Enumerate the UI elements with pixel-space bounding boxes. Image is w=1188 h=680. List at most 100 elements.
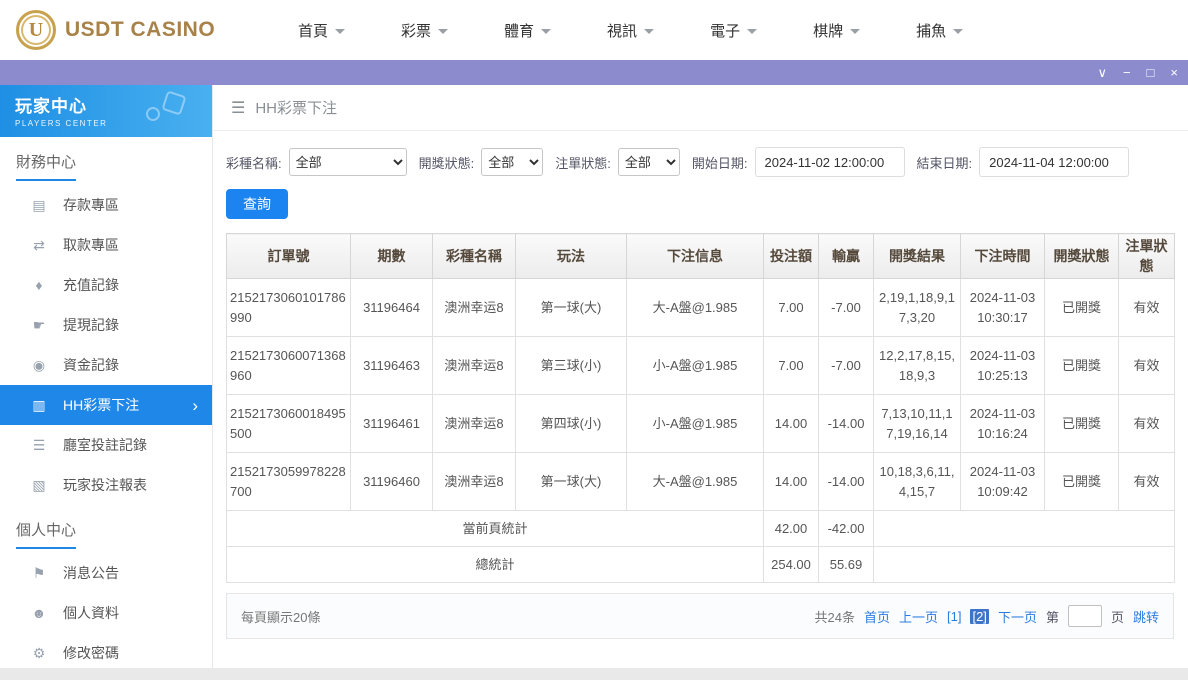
page-links: [1] [2] <box>947 609 989 624</box>
sidebar-item[interactable]: ▤存款專區 <box>0 185 212 225</box>
first-page-link[interactable]: 首页 <box>864 607 890 626</box>
window-close-icon[interactable]: × <box>1170 66 1178 79</box>
table-cell: 第一球(大) <box>516 453 627 511</box>
sidebar-item[interactable]: ♦充值記錄 <box>0 265 212 305</box>
table-cell: 2152173060101786990 <box>227 279 351 337</box>
query-button[interactable]: 查詢 <box>226 189 288 219</box>
sidebar-section-label: 財務中心 <box>0 137 212 185</box>
sidebar-item[interactable]: ☻ 個人資料 <box>0 593 212 633</box>
chevron-down-icon <box>953 29 963 34</box>
lottery-select[interactable]: 全部 <box>289 148 407 176</box>
end-date-input[interactable] <box>979 147 1129 177</box>
column-header: 開獎狀態 <box>1045 234 1119 279</box>
table-cell: 已開獎 <box>1045 453 1119 511</box>
next-page-link[interactable]: 下一页 <box>998 607 1037 626</box>
table-cell: 31196460 <box>351 453 433 511</box>
nav-item[interactable]: 體育 <box>504 20 551 41</box>
sidebar-item[interactable]: ▥HH彩票下注› <box>0 385 212 425</box>
table-row: 215217306001849550031196461澳洲幸运8第四球(小)小-… <box>227 395 1175 453</box>
sidebar-item[interactable]: ◉資金記錄 <box>0 345 212 385</box>
draw-status-select[interactable]: 全部 <box>481 148 543 176</box>
sidebar-item-label: 玩家投注報表 <box>63 475 147 495</box>
player-report-icon: ▧ <box>30 477 48 494</box>
table-cell: 14.00 <box>764 453 819 511</box>
table-cell: 澳洲幸运8 <box>433 395 516 453</box>
table-cell: 31196461 <box>351 395 433 453</box>
table-cell: 第一球(大) <box>516 279 627 337</box>
table-cell: 2024-11-03 10:30:17 <box>961 279 1045 337</box>
start-date-label: 開始日期: <box>692 153 748 172</box>
summary-empty-cell <box>874 511 1175 547</box>
table-cell: 已開獎 <box>1045 279 1119 337</box>
table-cell: 已開獎 <box>1045 395 1119 453</box>
nav-item-label: 首頁 <box>298 20 328 41</box>
nav-item[interactable]: 視訊 <box>607 20 654 41</box>
table-cell: 2024-11-03 10:25:13 <box>961 337 1045 395</box>
table-cell: 澳洲幸运8 <box>433 337 516 395</box>
nav-item[interactable]: 捕魚 <box>916 20 963 41</box>
total-count: 共24条 <box>815 607 855 626</box>
column-header: 彩種名稱 <box>433 234 516 279</box>
withdraw-icon: ⇄ <box>30 237 48 254</box>
summary-label-cell: 總統計 <box>227 547 764 583</box>
table-cell: 31196463 <box>351 337 433 395</box>
summary-row: 當前頁統計42.00-42.00 <box>227 511 1175 547</box>
table-header-row: 訂單號期數彩種名稱玩法下注信息投注額輸贏開獎結果下注時間開獎狀態注單狀態 <box>227 234 1175 279</box>
window-minimize-icon[interactable]: − <box>1123 66 1131 79</box>
summary-row: 總統計254.0055.69 <box>227 547 1175 583</box>
chevron-right-icon: › <box>192 397 198 414</box>
nav-item-label: 視訊 <box>607 20 637 41</box>
goto-page-input[interactable] <box>1068 605 1102 627</box>
prev-page-link[interactable]: 上一页 <box>899 607 938 626</box>
profile-icon: ☻ <box>30 605 48 621</box>
brand-logo[interactable]: U USDT CASINO <box>0 10 250 50</box>
sidebar-item-label: 個人資料 <box>63 603 119 623</box>
window-controls: ∨ − □ × <box>1097 66 1178 79</box>
nav-item[interactable]: 彩票 <box>401 20 448 41</box>
lottery-bet-icon: ▥ <box>30 397 48 414</box>
order-status-select[interactable]: 全部 <box>618 148 680 176</box>
table-cell: 有效 <box>1119 337 1175 395</box>
nav-item[interactable]: 棋牌 <box>813 20 860 41</box>
window-maximize-icon[interactable]: □ <box>1147 66 1155 79</box>
table-cell: 2152173060018495500 <box>227 395 351 453</box>
logo-monogram: U <box>29 19 43 42</box>
table-cell: 7.00 <box>764 279 819 337</box>
sidebar-item-label: 充值記錄 <box>63 275 119 295</box>
sidebar-item[interactable]: ☛提現記錄 <box>0 305 212 345</box>
page-number[interactable]: [1] <box>947 609 961 624</box>
table-cell: -7.00 <box>819 337 874 395</box>
chevron-down-icon <box>438 29 448 34</box>
sidebar-item[interactable]: ⚑消息公告 <box>0 553 212 593</box>
summary-bet-cell: 254.00 <box>764 547 819 583</box>
end-date-label: 結束日期: <box>917 153 973 172</box>
sidebar-item[interactable]: ☰廳室投註記錄 <box>0 425 212 465</box>
nav-item-label: 電子 <box>710 20 740 41</box>
password-icon: ⚙ <box>30 645 48 662</box>
app-body: 玩家中心 PLAYERS CENTER 財務中心▤存款專區⇄取款專區♦充值記錄☛… <box>0 85 1188 668</box>
main-content: ☰ HH彩票下注 彩種名稱: 全部 開獎狀態: 全部 注單狀態: 全部 <box>213 85 1188 668</box>
breadcrumb: HH彩票下注 <box>255 97 337 118</box>
summary-winloss-cell: 55.69 <box>819 547 874 583</box>
sidebar-item[interactable]: ⇄取款專區 <box>0 225 212 265</box>
column-header: 訂單號 <box>227 234 351 279</box>
nav-item[interactable]: 電子 <box>710 20 757 41</box>
page-number[interactable]: [2] <box>970 609 988 624</box>
start-date-input[interactable] <box>755 147 905 177</box>
goto-button[interactable]: 跳转 <box>1133 607 1159 626</box>
sidebar-section-label: 個人中心 <box>0 505 212 553</box>
menu-toggle-icon[interactable]: ☰ <box>231 98 245 118</box>
sidebar-item[interactable]: ▧ 玩家投注報表 <box>0 465 212 505</box>
table-cell: 小-A盤@1.985 <box>627 337 764 395</box>
window-collapse-icon[interactable]: ∨ <box>1097 66 1107 79</box>
summary-label-cell: 當前頁統計 <box>227 511 764 547</box>
announcement-icon: ⚑ <box>30 565 48 582</box>
page-size-label: 每頁顯示20條 <box>241 607 320 626</box>
sidebar-item[interactable]: ⚙修改密碼 <box>0 633 212 668</box>
sidebar-item-label: 存款專區 <box>63 195 119 215</box>
chevron-down-icon <box>747 29 757 34</box>
table-cell: 14.00 <box>764 395 819 453</box>
goto-prefix: 第 <box>1046 607 1059 626</box>
nav-item[interactable]: 首頁 <box>298 20 345 41</box>
table-cell: 12,2,17,8,15,18,9,3 <box>874 337 961 395</box>
